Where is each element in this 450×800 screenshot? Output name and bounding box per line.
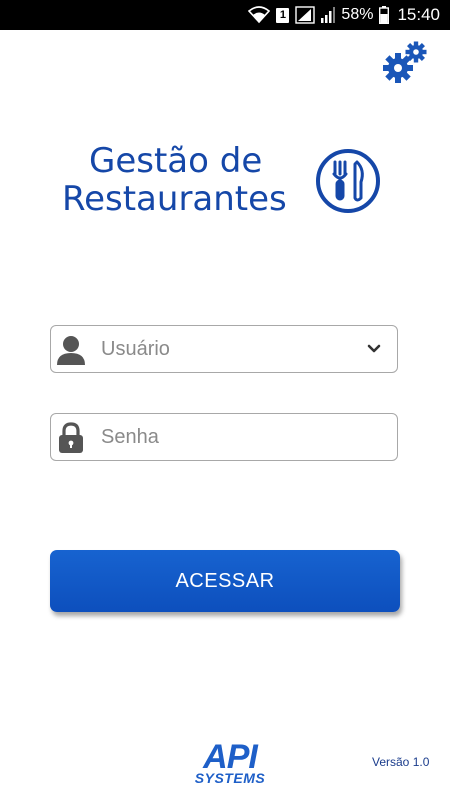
clock: 15:40 xyxy=(397,5,440,24)
password-placeholder: Senha xyxy=(101,426,159,448)
app-title-line1: Gestão de xyxy=(89,141,263,181)
api-systems-logo: API SYSTEMS xyxy=(195,738,266,786)
version-label: Versão 1.0 xyxy=(372,755,430,769)
login-button[interactable]: ACESSAR xyxy=(50,550,400,612)
username-select[interactable]: Usuário xyxy=(50,325,398,373)
app-title: Gestão de Restaurantes xyxy=(62,142,307,218)
lock-icon xyxy=(59,422,83,453)
user-icon xyxy=(57,336,85,365)
app-title-line2: Restaurantes xyxy=(62,179,287,219)
chevron-down-icon[interactable] xyxy=(367,343,381,355)
status-bar: 1 58% 15:40 xyxy=(0,0,450,30)
systems-logo-text: SYSTEMS xyxy=(195,770,266,786)
username-placeholder: Usuário xyxy=(101,338,170,360)
wifi-icon xyxy=(248,6,271,24)
signal-bars-icon xyxy=(321,7,336,23)
settings-button[interactable] xyxy=(382,40,428,84)
battery-icon xyxy=(379,6,390,24)
app-logo: Gestão de Restaurantes xyxy=(62,142,392,232)
signal-icon xyxy=(295,6,316,24)
status-icons: 1 58% 15:40 xyxy=(248,0,440,30)
fork-knife-plate-icon xyxy=(316,149,380,213)
sim-badge: 1 xyxy=(276,7,290,23)
battery-percentage: 58% xyxy=(341,6,374,23)
gears-icon xyxy=(383,41,427,83)
password-field[interactable]: Senha xyxy=(50,413,398,461)
